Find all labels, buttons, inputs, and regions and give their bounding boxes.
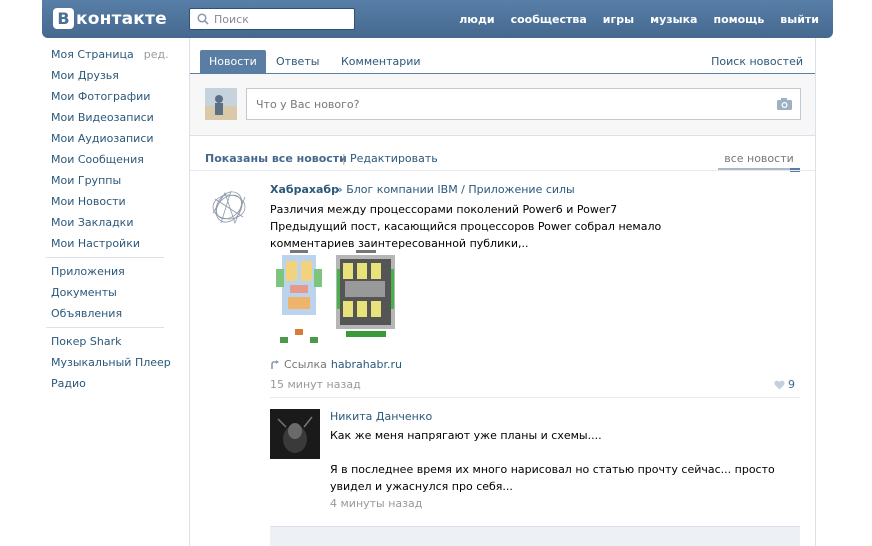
post-text: Различия между процессорами поколений Po… [270, 203, 662, 250]
nav-help[interactable]: помощь [713, 13, 764, 26]
post-source[interactable]: » Блог компании IBM / Приложение силы [336, 183, 575, 196]
top-nav: люди сообщества игры музыка помощь выйти [443, 0, 819, 38]
nav-people[interactable]: люди [459, 13, 494, 26]
menu-my-photos[interactable]: Мои Фотографии [44, 86, 164, 107]
menu-my-messages[interactable]: Мои Сообщения [44, 149, 164, 170]
reply-box[interactable] [270, 526, 800, 546]
heart-icon [774, 380, 785, 389]
logo-text: контакте [76, 8, 167, 29]
menu-my-audio[interactable]: Мои Аудиозаписи [44, 128, 164, 149]
power7-diagram-image[interactable] [336, 249, 395, 347]
tab-comments[interactable]: Комментарии [332, 50, 430, 74]
link-arrow-icon [271, 359, 279, 369]
menu-radio[interactable]: Радио [44, 373, 164, 394]
post-time[interactable]: 15 минут назад [270, 378, 361, 391]
menu-my-settings[interactable]: Мои Настройки [44, 233, 164, 254]
post-author[interactable]: Хабрахабр [270, 183, 339, 196]
left-menu: Моя Страница ред. Мои Друзья Мои Фотограф… [44, 44, 171, 394]
search-input[interactable] [214, 10, 354, 28]
search-box[interactable] [189, 8, 355, 30]
menu-apps[interactable]: Приложения [44, 261, 164, 282]
tab-replies[interactable]: Ответы [267, 50, 328, 74]
menu-divider [46, 257, 164, 258]
menu-my-bookmarks[interactable]: Мои Закладки [44, 212, 164, 233]
post-link-row: Ссылка habrahabr.ru [270, 358, 402, 371]
menu-documents[interactable]: Документы [44, 282, 164, 303]
news-tabs: Новости Ответы Комментарии Поиск новосте… [190, 38, 815, 74]
power6-diagram-image[interactable] [276, 249, 322, 347]
commenter-avatar[interactable] [270, 409, 320, 459]
nav-communities[interactable]: сообщества [511, 13, 587, 26]
menu-music-player[interactable]: Музыкальный Плеер [44, 352, 171, 373]
menu-divider [46, 327, 164, 328]
comment-text: Как же меня напрягают уже планы и схемы.… [330, 429, 775, 493]
nav-music[interactable]: музыка [650, 13, 697, 26]
like-button[interactable]: 9 [774, 378, 795, 391]
nav-logout[interactable]: выйти [780, 13, 819, 26]
camera-icon[interactable] [777, 98, 792, 110]
feed-filter-separator: | [342, 152, 346, 165]
menu-my-news[interactable]: Мои Новости [44, 191, 164, 212]
menu-poker-shark[interactable]: Покер Shark [44, 331, 164, 352]
like-count: 9 [788, 378, 795, 391]
status-input[interactable]: Что у Вас нового? [246, 88, 801, 120]
comment-author[interactable]: Никита Данченко [330, 410, 432, 423]
tab-news-search[interactable]: Поиск новостей [711, 50, 803, 74]
post-comment: Никита Данченко Как же меня напрягают уж… [270, 397, 800, 546]
main-content: Новости Ответы Комментарии Поиск новосте… [189, 38, 816, 546]
link-url[interactable]: habrahabr.ru [331, 358, 402, 371]
logo-letter: В [53, 8, 74, 29]
feed-filter-bar: Показаны все новости | Редактировать все… [190, 136, 815, 172]
status-placeholder: Что у Вас нового? [256, 97, 360, 111]
comment-time[interactable]: 4 минуты назад [330, 497, 422, 510]
nav-games[interactable]: игры [603, 13, 634, 26]
menu-my-page[interactable]: Моя Страница ред. [44, 44, 169, 65]
feed-post: Хабрахабр » Блог компании IBM / Приложен… [190, 170, 815, 546]
menu-my-videos[interactable]: Мои Видеозаписи [44, 107, 164, 128]
menu-my-groups[interactable]: Мои Группы [44, 170, 164, 191]
feed-edit-link[interactable]: Редактировать [350, 152, 438, 165]
menu-ads[interactable]: Объявления [44, 303, 164, 324]
feed-filter-label: Показаны все новости [205, 152, 347, 165]
link-label: Ссылка [284, 358, 327, 371]
edit-link[interactable]: ред. [144, 48, 169, 61]
menu-my-friends[interactable]: Мои Друзья [44, 65, 164, 86]
compose-area: Что у Вас нового? [190, 74, 815, 136]
tab-all-news[interactable]: все новости [718, 152, 800, 170]
tab-news[interactable]: Новости [200, 50, 266, 74]
vk-logo[interactable]: В контакте [53, 8, 167, 29]
search-icon [197, 13, 209, 25]
menu-label: Моя Страница [51, 48, 134, 61]
user-avatar[interactable] [205, 88, 237, 120]
top-header: В контакте люди сообщества игры музыка п… [42, 0, 833, 38]
habr-avatar[interactable] [205, 183, 253, 231]
